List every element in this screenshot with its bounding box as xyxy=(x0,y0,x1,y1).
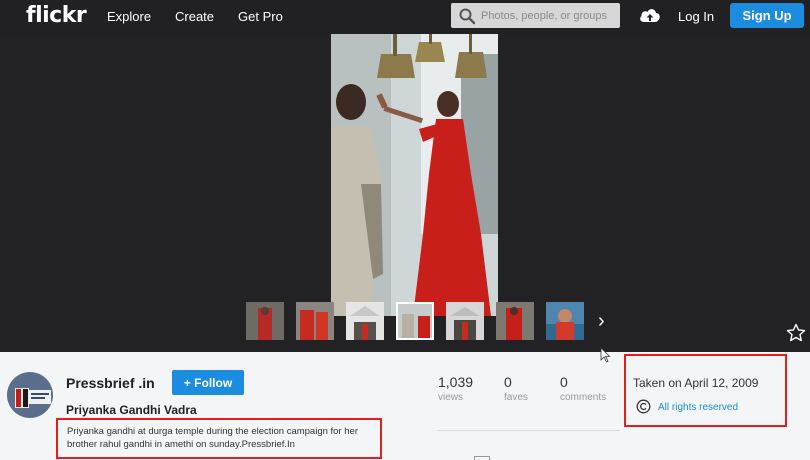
login-link[interactable]: Log In xyxy=(678,9,714,24)
main-photo[interactable] xyxy=(331,34,498,316)
author-name[interactable]: Pressbrief .in xyxy=(66,375,155,391)
search-icon[interactable] xyxy=(458,7,476,25)
follow-button[interactable]: + Follow xyxy=(172,370,244,395)
stat-value: 0 xyxy=(504,374,512,390)
photo-info-panel: Pressbrief .in + Follow Priyanka Gandhi … xyxy=(0,352,810,460)
thumbnail[interactable] xyxy=(296,302,334,340)
stat-views: 1,039 views xyxy=(438,374,473,403)
thumbnail[interactable] xyxy=(346,302,384,340)
stat-value: 1,039 xyxy=(438,374,474,390)
thumbnail[interactable] xyxy=(496,302,534,340)
copyright-icon xyxy=(636,399,651,414)
stat-value: 0 xyxy=(560,374,568,390)
taken-date-highlight-box: Taken on April 12, 2009 All rights reser… xyxy=(624,354,787,427)
license-link[interactable]: All rights reserved xyxy=(658,402,738,413)
stat-label: comments xyxy=(560,392,607,403)
nav-explore[interactable]: Explore xyxy=(107,9,151,24)
thumbnail[interactable] xyxy=(546,302,584,340)
description-highlight-box: Priyanka gandhi at durga temple during t… xyxy=(56,418,382,459)
upload-cloud-icon[interactable] xyxy=(638,5,662,27)
photo-description: Priyanka gandhi at durga temple during t… xyxy=(67,426,358,450)
stat-comments: 0 comments xyxy=(560,374,606,403)
stat-label: faves xyxy=(504,392,528,403)
thumbnail[interactable] xyxy=(246,302,284,340)
avatar[interactable] xyxy=(7,372,53,418)
photo-viewer: › xyxy=(0,34,810,352)
nav-create[interactable]: Create xyxy=(175,9,214,24)
mouse-cursor-icon xyxy=(600,347,611,363)
flickr-logo[interactable]: flickr xyxy=(26,3,87,28)
stat-faves: 0 faves xyxy=(504,374,528,403)
photo-title: Priyanka Gandhi Vadra xyxy=(66,403,197,417)
signup-button[interactable]: Sign Up xyxy=(730,3,804,28)
search-input[interactable] xyxy=(481,7,616,24)
stat-label: views xyxy=(438,392,464,403)
partial-icon xyxy=(474,456,490,460)
taken-date[interactable]: Taken on April 12, 2009 xyxy=(633,376,758,390)
top-bar: flickr Explore Create Get Pro Log In Sig… xyxy=(0,0,810,34)
thumbnail[interactable] xyxy=(446,302,484,340)
thumbnail-active[interactable] xyxy=(396,302,434,340)
search-box[interactable] xyxy=(451,3,620,28)
thumbnail-next-chevron-icon[interactable]: › xyxy=(598,310,605,333)
stats-divider xyxy=(437,430,620,431)
nav-get-pro[interactable]: Get Pro xyxy=(238,9,283,24)
star-icon[interactable] xyxy=(786,323,806,343)
